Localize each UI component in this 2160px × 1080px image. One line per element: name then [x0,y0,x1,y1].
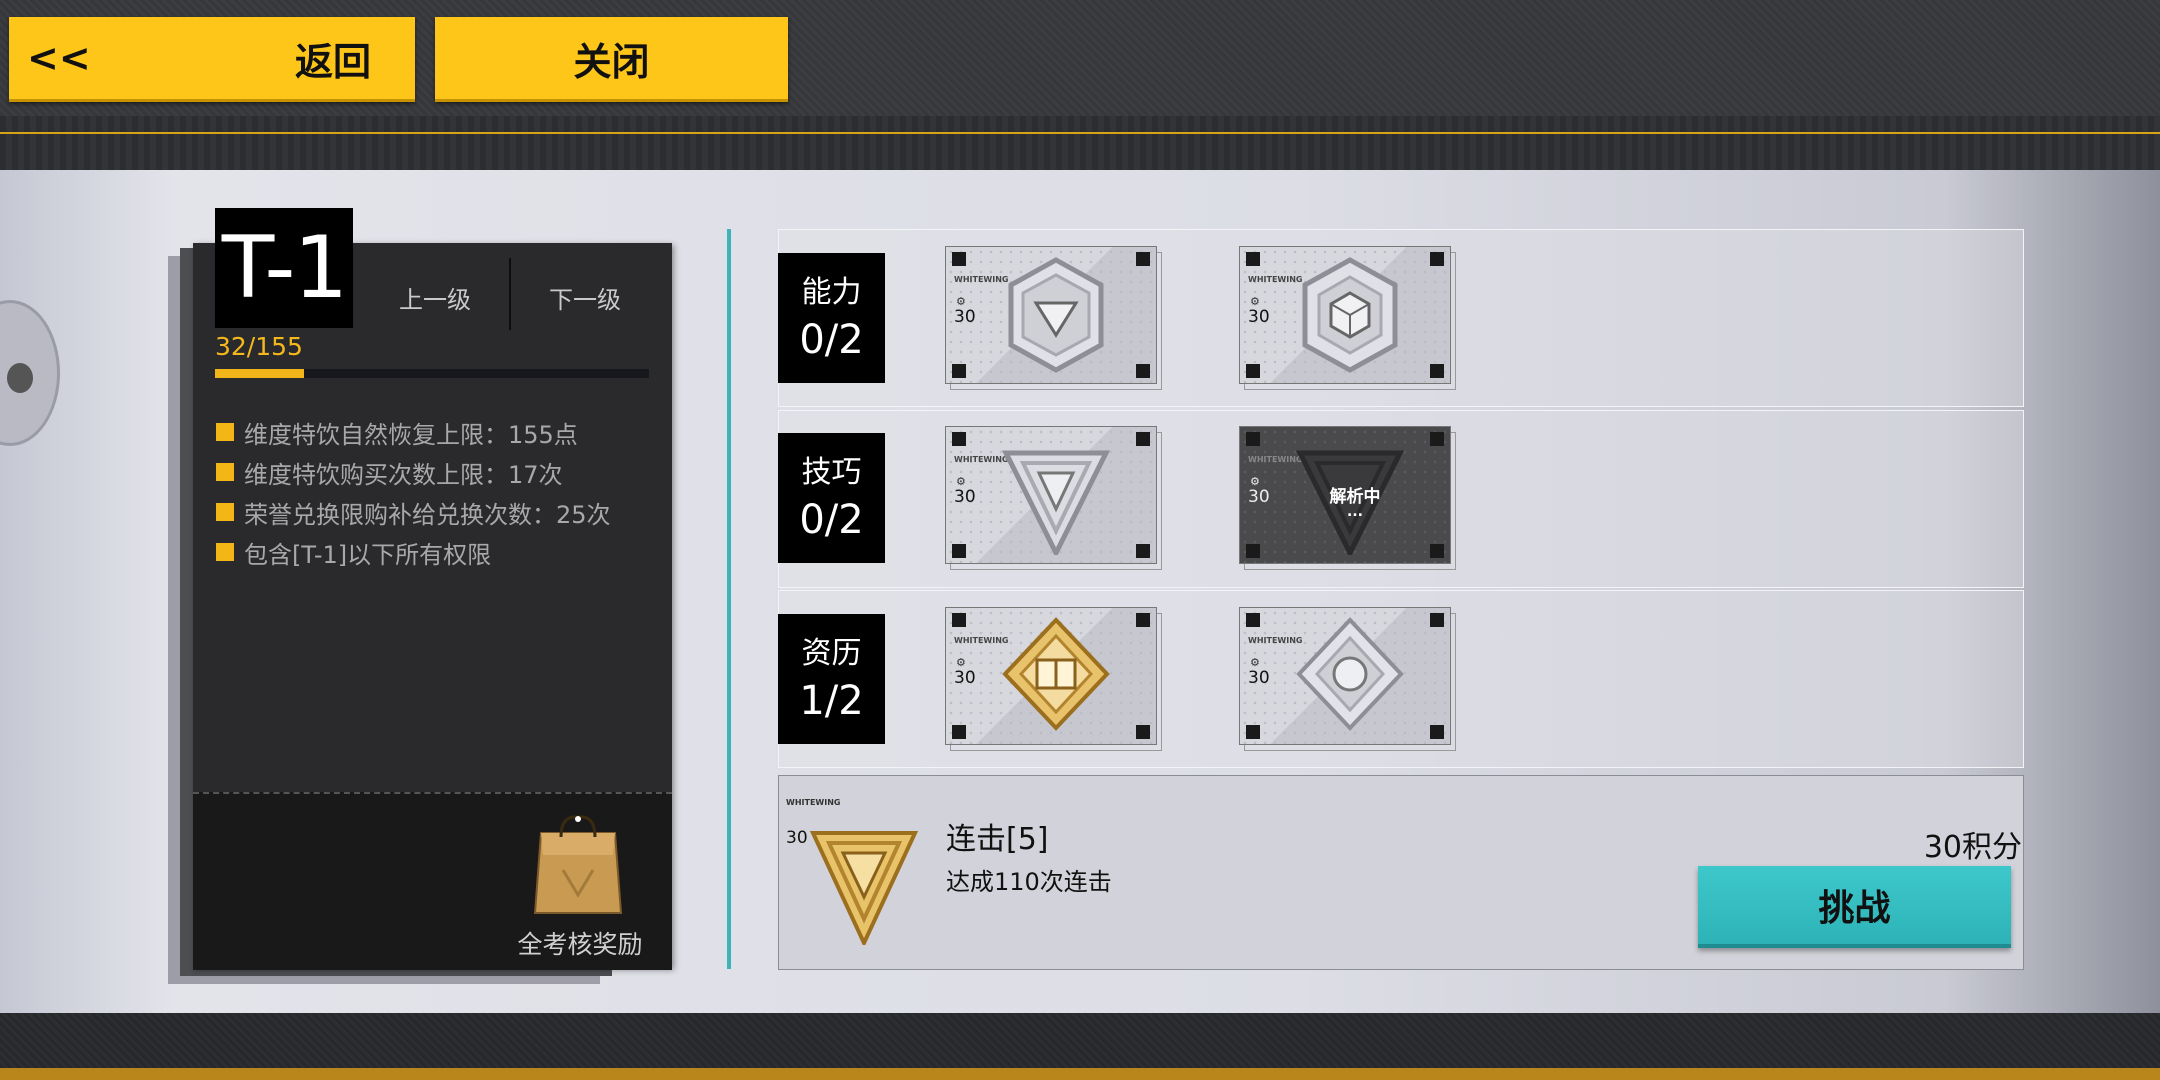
bottom-gold-line [0,1068,2160,1080]
card-points: 30 [954,668,976,688]
card-corner [1246,613,1260,627]
reward-label: 全考核奖励 [517,930,643,959]
bullet-icon [216,463,234,481]
card-corner [1136,432,1150,446]
panda-eye [7,363,33,393]
tier-progress-text: 32/155 [215,332,303,361]
medal-card-ability-2[interactable]: WHITEWING ⚙ 30 [1239,246,1451,384]
section-divider [727,229,731,969]
card-corner [1430,252,1444,266]
card-corner [952,725,966,739]
bullet-icon [216,423,234,441]
close-button[interactable]: 关闭 [435,17,788,102]
hexagon-medal-icon [1008,257,1104,373]
perk-item: 维度特饮购买次数上限：17次 [216,452,611,492]
card-corner [1246,544,1260,558]
diamond-medal-icon [1296,617,1404,731]
card-points: 30 [1248,307,1270,327]
perk-item: 维度特饮自然恢复上限：155点 [216,412,611,452]
perk-text: 维度特饮购买次数上限：17次 [244,460,563,489]
card-corner [1136,725,1150,739]
card-corner [1246,252,1260,266]
card-points: 30 [954,487,976,507]
card-corner [1246,432,1260,446]
perk-text: 荣誉兑换限购补给兑换次数：25次 [244,500,611,529]
perk-item: 荣誉兑换限购补给兑换次数：25次 [216,492,611,532]
card-corner [952,364,966,378]
perk-text: 维度特饮自然恢复上限：155点 [244,420,578,449]
card-corner [1430,544,1444,558]
medal-card-experience-2[interactable]: WHITEWING ⚙ 30 [1239,607,1451,745]
tier-badge: T-1 [215,208,353,328]
card-corner [1246,364,1260,378]
card-corner [1136,252,1150,266]
bullet-icon [216,543,234,561]
card-corner [952,544,966,558]
card-corner [1136,544,1150,558]
gold-triangle-medal-icon [809,831,919,945]
perk-text: 包含[T-1]以下所有权限 [244,540,492,569]
card-corner [1430,613,1444,627]
level-divider [509,258,511,330]
medal-card-ability-1[interactable]: WHITEWING ⚙ 30 [945,246,1157,384]
category-count: 0/2 [799,497,864,543]
category-label-skill: 技巧 0/2 [778,433,885,563]
prev-level-button[interactable]: 上一级 [380,280,490,315]
perk-list: 维度特饮自然恢复上限：155点 维度特饮购买次数上限：17次 荣誉兑换限购补给兑… [216,412,611,572]
card-corner [1136,613,1150,627]
category-count: 0/2 [799,317,864,363]
challenge-title: 连击[5] [946,822,1049,857]
bullet-icon [216,503,234,521]
top-stripe [0,116,2160,170]
card-corner [1430,364,1444,378]
challenge-description: 达成110次连击 [946,868,1112,896]
card-points: 30 [1248,487,1270,507]
challenge-score: 30积分 [1923,830,2022,865]
reward-bag-icon[interactable] [533,815,623,915]
category-label-ability: 能力 0/2 [778,253,885,383]
card-corner [952,432,966,446]
back-arrows: << [27,36,91,80]
category-label-experience: 资历 1/2 [778,614,885,744]
back-button[interactable]: << 返回 [9,17,415,102]
cube-medal-icon [1302,257,1398,373]
analyzing-dots: ... [1347,504,1363,520]
category-count: 1/2 [799,678,864,724]
medal-card-skill-2[interactable]: WHITEWING ⚙ 30 解析中 ... [1239,426,1451,564]
top-gold-line [0,132,2160,134]
card-corner [952,252,966,266]
category-name: 能力 [801,275,862,310]
tier-progress-fill [215,369,305,378]
category-name: 资历 [801,636,862,671]
card-corner [1430,725,1444,739]
card-corner [952,613,966,627]
perk-item: 包含[T-1]以下所有权限 [216,532,611,572]
card-points: 30 [954,307,976,327]
book-medal-icon [1002,617,1110,731]
challenge-button[interactable]: 挑战 [1698,866,2011,948]
triangle-medal-icon [1001,450,1111,555]
card-corner [1246,725,1260,739]
back-label: 返回 [295,39,372,84]
card-corner [1136,364,1150,378]
card-corner [1430,432,1444,446]
medal-card-skill-1[interactable]: WHITEWING ⚙ 30 [945,426,1157,564]
bottom-bar [0,1013,2160,1080]
next-level-button[interactable]: 下一级 [530,280,640,315]
medal-card-experience-1[interactable]: WHITEWING ⚙ 30 [945,607,1157,745]
analyzing-status: 解析中 ... [1310,482,1400,520]
card-points: 30 [1248,668,1270,688]
category-name: 技巧 [801,455,862,490]
tier-progress-bar [215,369,649,378]
